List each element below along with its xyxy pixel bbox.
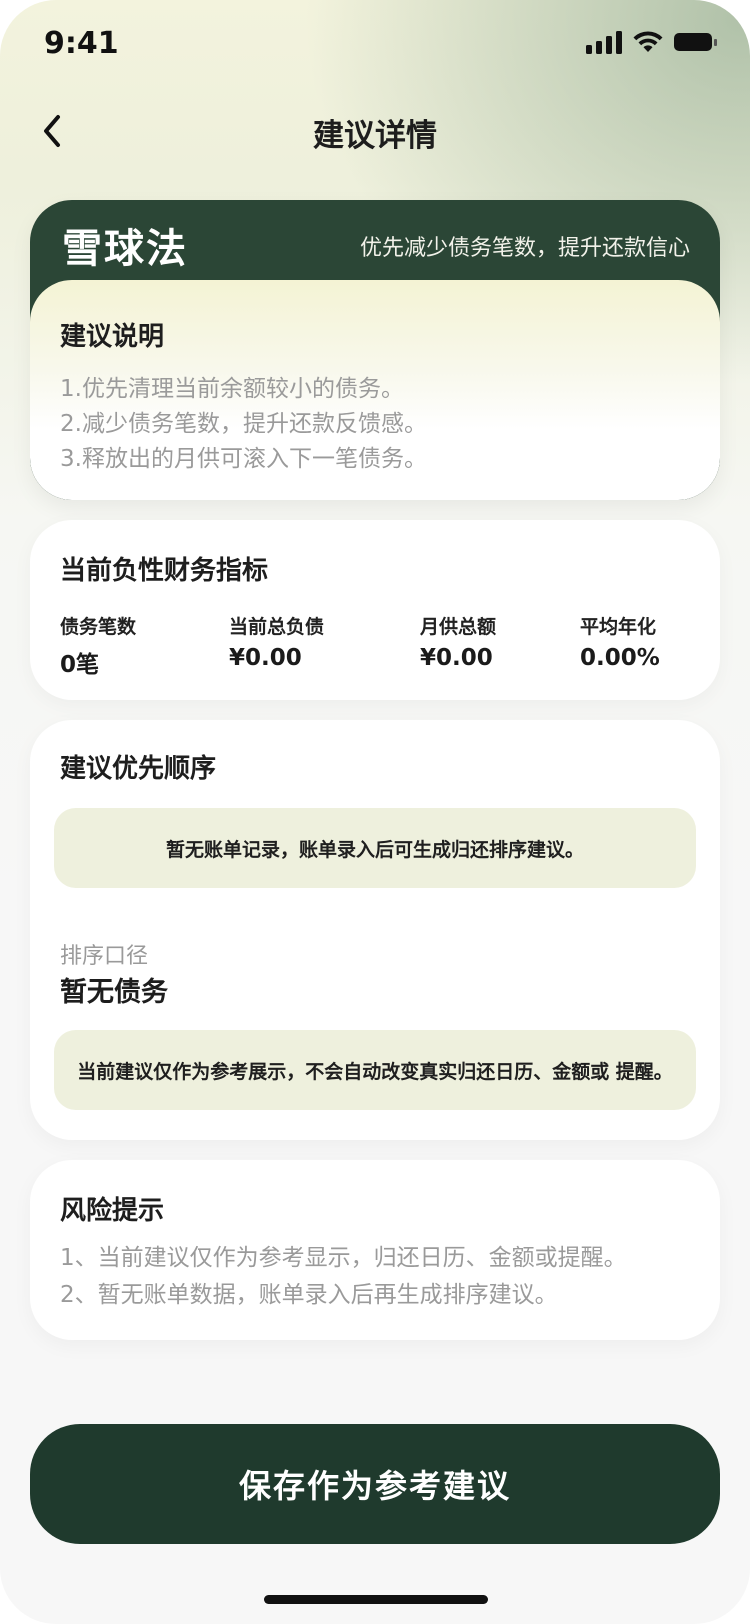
reference-notice: 当前建议仅作为参考展示，不会自动改变真实归还日历、金额或 提醒。 xyxy=(54,1030,696,1110)
risk-list: 1、当前建议仅作为参考显示，归还日历、金额或提醒。 2、暂无账单数据，账单录入后… xyxy=(60,1240,627,1314)
status-icons xyxy=(586,30,717,54)
home-indicator xyxy=(264,1595,488,1604)
metric-label: 债务笔数 xyxy=(60,616,137,638)
metric-value: 0.00% xyxy=(580,645,660,671)
metric-average-apr: 平均年化 0.00% xyxy=(580,612,660,671)
metric-total-debt: 当前总负债 ¥0.00 xyxy=(229,612,324,671)
metric-value: ¥0.00 xyxy=(420,645,493,671)
cellular-signal-icon xyxy=(586,30,622,54)
battery-icon xyxy=(674,33,717,51)
metric-label: 平均年化 xyxy=(580,616,657,638)
section-title-metrics: 当前负性财务指标 xyxy=(60,556,269,586)
tips-list: 1.优先清理当前余额较小的债务。 2.减少债务笔数，提升还款反馈感。 3.释放出… xyxy=(60,372,427,477)
strategy-name: 雪球法 xyxy=(62,226,188,272)
metric-label: 当前总负债 xyxy=(229,616,325,638)
suggestion-explanation: 建议说明 1.优先清理当前余额较小的债务。 2.减少债务笔数，提升还款反馈感。 … xyxy=(30,280,720,500)
metric-label: 月供总额 xyxy=(420,616,497,638)
empty-state-notice: 暂无账单记录，账单录入后可生成归还排序建议。 xyxy=(54,808,696,888)
section-title-priority: 建议优先顺序 xyxy=(60,754,217,784)
app-screen: 9:41 建议详情 雪球法 优先减少债务笔数，提升还款信心 建议说明 1.优先清… xyxy=(0,0,750,1624)
strategy-card: 雪球法 优先减少债务笔数，提升还款信心 建议说明 1.优先清理当前余额较小的债务… xyxy=(30,200,720,500)
priority-card: 建议优先顺序 暂无账单记录，账单录入后可生成归还排序建议。 排序口径 暂无债务 … xyxy=(30,720,720,1140)
tip-item: 3.释放出的月供可滚入下一笔债务。 xyxy=(60,446,427,472)
page-title: 建议详情 xyxy=(313,118,437,154)
strategy-description: 优先减少债务笔数，提升还款信心 xyxy=(359,236,690,261)
save-as-reference-button[interactable]: 保存作为参考建议 xyxy=(30,1424,720,1544)
metric-monthly-payment: 月供总额 ¥0.00 xyxy=(420,612,496,671)
sort-basis-label: 排序口径 xyxy=(60,944,149,969)
risk-card: 风险提示 1、当前建议仅作为参考显示，归还日历、金额或提醒。 2、暂无账单数据，… xyxy=(30,1160,720,1340)
tip-item: 2.减少债务笔数，提升还款反馈感。 xyxy=(60,411,427,437)
metric-value: ¥0.00 xyxy=(229,645,302,671)
risk-item: 1、当前建议仅作为参考显示，归还日历、金额或提醒。 xyxy=(60,1245,627,1271)
wifi-icon xyxy=(633,31,663,52)
sort-basis-value: 暂无债务 xyxy=(60,977,168,1008)
metric-value: 0笔 xyxy=(60,652,100,678)
tip-item: 1.优先清理当前余额较小的债务。 xyxy=(60,376,404,402)
status-time: 9:41 xyxy=(44,26,119,61)
section-title-explanation: 建议说明 xyxy=(60,322,165,352)
metrics-card: 当前负性财务指标 债务笔数 0笔 当前总负债 ¥0.00 月供总额 ¥0.00 … xyxy=(30,520,720,700)
metric-debt-count: 债务笔数 0笔 xyxy=(60,612,136,679)
risk-item: 2、暂无账单数据，账单录入后再生成排序建议。 xyxy=(60,1282,558,1308)
section-title-risk: 风险提示 xyxy=(60,1196,165,1226)
